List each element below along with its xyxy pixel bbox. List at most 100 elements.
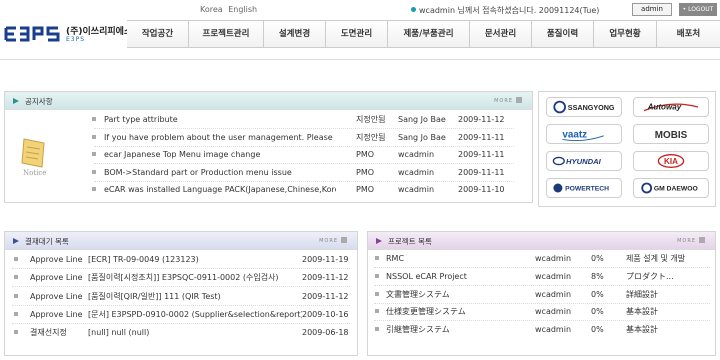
approval-item-link[interactable]: [품질이력[QIR/일반]] 111 (QIR Test) <box>88 288 302 305</box>
nav-item-quality[interactable]: 품질이력 <box>532 21 594 47</box>
project-row[interactable]: RMC wcadmin 0% 제품 설계 및 개발 <box>372 250 712 267</box>
approval-row[interactable]: Approve Line [문서] E3PSPD-0910-0002 (Suppl… <box>10 306 352 323</box>
notice-row[interactable]: Part type attribute 지정안됨 Sang Jo Bae 2009-1… <box>90 111 520 128</box>
project-status: 基本設計 <box>626 307 658 316</box>
project-row[interactable]: 引継管理システム wcadmin 0% 基本設計 <box>372 321 712 338</box>
triangle-bullet-icon <box>13 98 19 104</box>
notice-type: 지정안됨 <box>356 115 386 124</box>
svg-text:POWERTECH: POWERTECH <box>565 186 609 193</box>
approval-status: Approve Line <box>30 310 83 319</box>
project-owner: wcadmin <box>535 272 572 281</box>
approval-row[interactable]: Approve Line [품질이력[QIR/일반]] 111 (QIR Test… <box>10 288 352 305</box>
nav-item-change[interactable]: 설계변경 <box>264 21 326 47</box>
nav-item-status[interactable]: 업무현황 <box>594 21 657 47</box>
project-progress: 0% <box>591 290 604 299</box>
autoway-logo-icon[interactable]: Autoway <box>633 97 709 117</box>
hyundai-logo-icon[interactable]: HYUNDAI <box>546 151 622 171</box>
notice-row[interactable]: eCAR was installed Language PACK(Japanes… <box>90 181 520 198</box>
project-row[interactable]: NSSOL eCAR Project wcadmin 8% プロダクト... <box>372 268 712 285</box>
svg-text:vaatz: vaatz <box>562 130 587 141</box>
notice-author: wcadmin <box>398 150 435 159</box>
nav-item-workspace[interactable]: 작업공간 <box>127 21 189 47</box>
project-owner: wcadmin <box>535 325 572 334</box>
vaatz-logo-icon[interactable]: vaatz <box>546 124 622 144</box>
approval-status: Approve Line <box>30 255 83 264</box>
project-name-link[interactable]: 引継管理システム <box>386 321 536 338</box>
project-status: 基本設計 <box>626 325 658 334</box>
welcome-text: wcadmin 님께서 접속하셨습니다. 20091124(Tue) <box>419 6 600 15</box>
project-status: 제품 설계 및 개발 <box>626 254 686 263</box>
admin-button[interactable]: admin <box>632 3 672 16</box>
svg-text:HYUNDAI: HYUNDAI <box>566 157 602 166</box>
approval-status: Approve Line <box>30 273 83 282</box>
notice-title-link[interactable]: If you have problem about the user manag… <box>104 129 336 146</box>
approval-date: 2009-11-12 <box>302 292 349 301</box>
approval-row[interactable]: Approve Line [품질이력[시정조치]] E3PSQC-0911-000… <box>10 269 352 286</box>
notice-row[interactable]: If you have problem about the user manag… <box>90 129 520 146</box>
project-row[interactable]: 文書管理システム wcadmin 0% 詳細設計 <box>372 286 712 303</box>
notice-author: Sang Jo Bae <box>398 115 446 124</box>
gm-daewoo-logo-icon[interactable]: GM DAEWOO <box>633 178 709 198</box>
notice-author: wcadmin <box>398 168 435 177</box>
projects-more-link[interactable]: MORE <box>677 237 705 244</box>
company-logo[interactable]: (주)이쓰리피에스 E3PS <box>4 20 132 50</box>
notice-row[interactable]: ecar Japanese Top Menu image change PMO wc… <box>90 146 520 163</box>
bullet-icon <box>92 152 96 156</box>
approval-row[interactable]: 결재선지정 [null] null (null) 2009-06-18 <box>10 324 352 341</box>
approval-item-link[interactable]: [ECR] TR-09-0049 (123123) <box>88 251 302 268</box>
svg-text:GM DAEWOO: GM DAEWOO <box>654 186 698 193</box>
approval-status: 결재선지정 <box>30 328 67 337</box>
logo-company-sub: E3PS <box>66 36 86 43</box>
notice-more-link[interactable]: MORE <box>494 97 522 104</box>
row-divider <box>12 286 350 287</box>
approval-more-link[interactable]: MORE <box>319 237 347 244</box>
project-name-link[interactable]: 文書管理システム <box>386 286 536 303</box>
nav-item-project[interactable]: 프로젝트관리 <box>189 21 264 47</box>
lang-english-link[interactable]: English <box>228 5 257 14</box>
nav-item-document[interactable]: 문서관리 <box>470 21 532 47</box>
project-name-link[interactable]: 仕様変更管理システム <box>386 303 536 320</box>
approval-item-link[interactable]: [문서] E3PSPD-0910-0002 (Supplier&selectio… <box>88 306 302 323</box>
notice-title-link[interactable]: Part type attribute <box>104 111 336 128</box>
approval-row[interactable]: Approve Line [ECR] TR-09-0049 (123123) 200… <box>10 251 352 268</box>
approval-date: 2009-11-19 <box>302 255 349 264</box>
notice-row[interactable]: BOM->Standard part or Production menu is… <box>90 164 520 181</box>
notice-panel-header: 공지사항 MORE <box>5 92 532 110</box>
lang-korea-link[interactable]: Korea <box>200 5 223 14</box>
bullet-icon <box>92 117 96 121</box>
bullet-icon <box>14 294 18 298</box>
bullet-icon <box>375 292 379 296</box>
notice-title-link[interactable]: ecar Japanese Top Menu image change <box>104 146 336 163</box>
project-progress: 8% <box>591 272 604 281</box>
powertech-logo-icon[interactable]: POWERTECH <box>546 178 622 198</box>
bullet-icon <box>375 274 379 278</box>
notice-title-link[interactable]: eCAR was installed Language PACK(Japanes… <box>104 181 336 198</box>
bullet-icon <box>92 187 96 191</box>
svg-text:MOBIS: MOBIS <box>655 130 688 141</box>
ssangyong-logo-icon[interactable]: SSANGYONG <box>546 97 622 117</box>
svg-text:SSANGYONG: SSANGYONG <box>568 103 615 112</box>
project-name-link[interactable]: NSSOL eCAR Project <box>386 268 536 285</box>
approval-item-link[interactable]: [품질이력[시정조치]] E3PSQC-0911-0002 (수입검사) <box>88 269 302 286</box>
project-row[interactable]: 仕様変更管理システム wcadmin 0% 基本設計 <box>372 303 712 320</box>
project-name-link[interactable]: RMC <box>386 250 536 267</box>
project-status: プロダクト... <box>626 272 674 281</box>
nav-item-drawing[interactable]: 도면관리 <box>326 21 388 47</box>
brand-logo-panel: SSANGYONG Autoway vaatz MOBIS HYUNDAI KI… <box>538 91 716 207</box>
nav-item-product[interactable]: 제품/부품관리 <box>388 21 470 47</box>
nav-item-distribution[interactable]: 배포처 <box>657 21 720 47</box>
bullet-icon <box>14 330 18 334</box>
notice-author: wcadmin <box>398 185 435 194</box>
project-progress: 0% <box>591 307 604 316</box>
notice-title-link[interactable]: BOM->Standard part or Production menu is… <box>104 164 336 181</box>
bullet-icon <box>14 257 18 261</box>
project-progress: 0% <box>591 254 604 263</box>
kia-logo-icon[interactable]: KIA <box>633 151 709 171</box>
mobis-logo-icon[interactable]: MOBIS <box>633 124 709 144</box>
notice-type: 지정안됨 <box>356 133 386 142</box>
approval-item-link[interactable]: [null] null (null) <box>88 324 302 341</box>
bullet-icon <box>375 309 379 313</box>
language-switcher: Korea English <box>200 5 260 14</box>
e3ps-logo-icon <box>4 24 62 44</box>
logout-button[interactable]: • LOGOUT <box>679 3 717 16</box>
